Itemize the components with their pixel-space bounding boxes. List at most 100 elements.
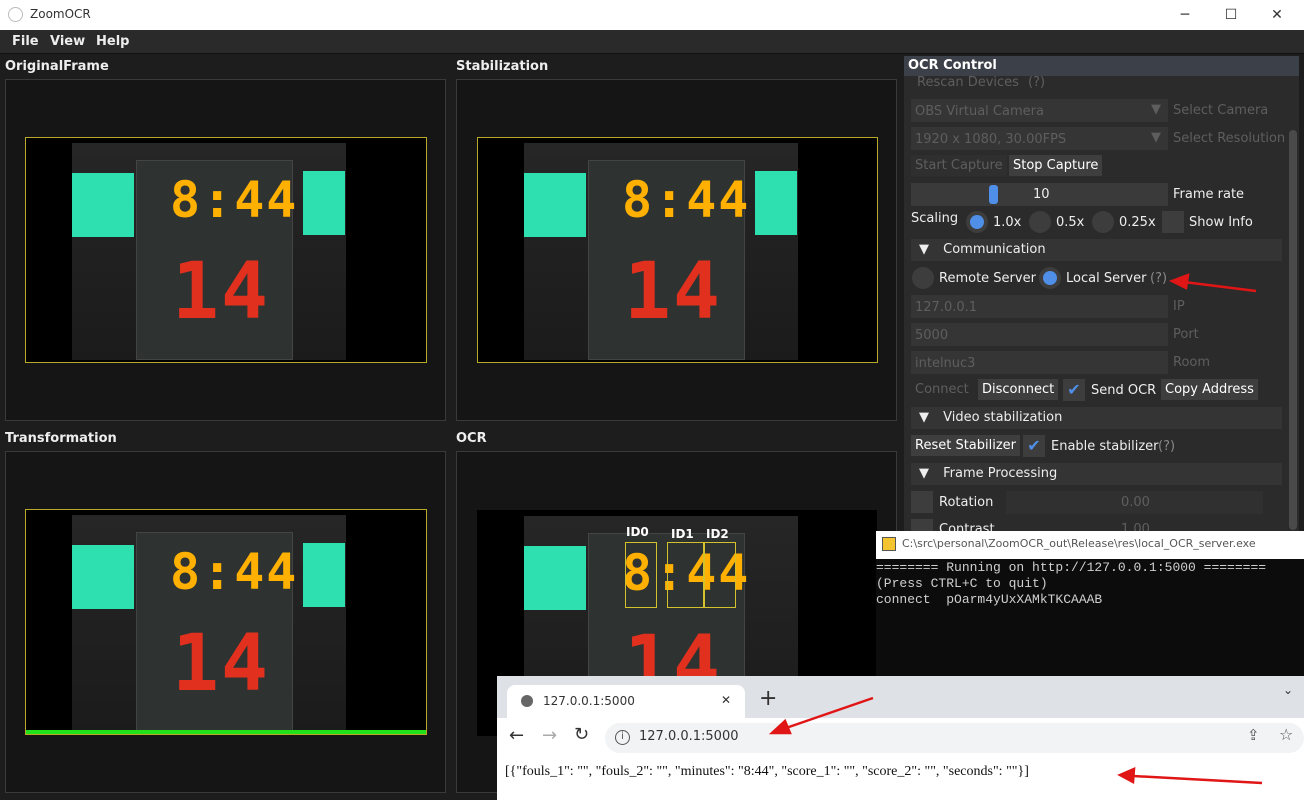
clock-time-digits: 8:44 bbox=[622, 171, 751, 229]
app-icon bbox=[8, 7, 23, 22]
video-stabilization-section-header[interactable]: ▼ Video stabilization bbox=[911, 407, 1282, 429]
stabilization-viewport: 8:44 14 bbox=[456, 79, 897, 421]
console-line: connect pOarm4yUxXAMkTKCAAAB bbox=[876, 592, 1103, 607]
maximize-button[interactable]: ☐ bbox=[1208, 0, 1254, 30]
frame-processing-section-header[interactable]: ▼ Frame Processing bbox=[911, 463, 1282, 485]
reload-icon[interactable]: ↻ bbox=[574, 724, 589, 745]
rescan-devices-button[interactable]: Rescan Devices bbox=[917, 75, 1019, 90]
forward-arrow-icon[interactable]: → bbox=[542, 725, 557, 746]
info-icon[interactable]: i bbox=[615, 730, 630, 745]
enable-stabilizer-checkbox[interactable]: ✔ bbox=[1023, 435, 1045, 457]
transformation-image: 8:44 14 bbox=[25, 509, 427, 735]
teal-panel-left bbox=[524, 546, 586, 610]
disconnect-button[interactable]: Disconnect bbox=[978, 379, 1059, 400]
console-line: ======== Running on http://127.0.0.1:500… bbox=[876, 560, 1267, 575]
frame-processing-title: Frame Processing bbox=[943, 466, 1058, 481]
clock-number-digits: 14 bbox=[172, 619, 270, 709]
ocr-box-id2 bbox=[704, 542, 736, 608]
share-icon[interactable]: ⇪ bbox=[1247, 726, 1260, 744]
teal-panel-right bbox=[755, 171, 797, 235]
copy-address-button[interactable]: Copy Address bbox=[1161, 379, 1258, 400]
communication-section-title: Communication bbox=[943, 242, 1046, 257]
frame-rate-slider[interactable]: 10 bbox=[911, 183, 1168, 206]
original-frame-viewport: 8:44 14 bbox=[5, 79, 446, 421]
camera-select-value: OBS Virtual Camera bbox=[915, 104, 1044, 119]
panel-title-transformation: Transformation bbox=[5, 431, 117, 446]
local-server-radio[interactable] bbox=[1039, 267, 1061, 289]
show-info-checkbox[interactable] bbox=[1162, 211, 1184, 233]
teal-panel-right bbox=[303, 171, 345, 235]
clock-number-digits: 14 bbox=[172, 247, 270, 337]
browser-window: 127.0.0.1:5000 ✕ + ⌄ ← → ↻ i 127.0.0.1:5… bbox=[497, 676, 1304, 800]
ip-input[interactable]: 127.0.0.1 bbox=[911, 295, 1168, 318]
tab-close-icon[interactable]: ✕ bbox=[721, 693, 731, 707]
teal-panel-left bbox=[72, 545, 134, 609]
control-scrollbar[interactable] bbox=[1288, 78, 1298, 531]
original-frame-image: 8:44 14 bbox=[25, 137, 427, 363]
resolution-select[interactable]: 1920 x 1080, 30.00FPS ▼ bbox=[911, 127, 1168, 150]
menu-view[interactable]: View bbox=[50, 34, 85, 49]
reset-stabilizer-button[interactable]: Reset Stabilizer bbox=[911, 435, 1021, 456]
slider-handle[interactable] bbox=[989, 185, 998, 204]
scaling-radio-025x[interactable] bbox=[1092, 211, 1114, 233]
connect-button[interactable]: Connect bbox=[911, 379, 973, 400]
shot-clock-board: 8:44 14 bbox=[136, 160, 296, 360]
scaling-radio-1x[interactable] bbox=[966, 211, 988, 233]
scaling-option-label: 0.5x bbox=[1056, 215, 1085, 230]
new-tab-button[interactable]: + bbox=[759, 686, 777, 711]
browser-tab[interactable]: 127.0.0.1:5000 ✕ bbox=[507, 685, 745, 718]
enable-stabilizer-label: Enable stabilizer bbox=[1051, 439, 1159, 454]
server-console-window: C:\src\personal\ZoomOCR_out\Release\res\… bbox=[876, 531, 1304, 681]
collapse-triangle-icon: ▼ bbox=[919, 466, 929, 481]
console-line: (Press CTRL+C to quit) bbox=[876, 576, 1048, 591]
panel-title-stabilization: Stabilization bbox=[456, 59, 549, 74]
star-icon[interactable]: ☆ bbox=[1279, 725, 1293, 744]
browser-tabstrip: 127.0.0.1:5000 ✕ + ⌄ bbox=[497, 676, 1304, 718]
scaling-label: Scaling bbox=[911, 211, 959, 226]
video-stabilization-title: Video stabilization bbox=[943, 410, 1063, 425]
send-ocr-label: Send OCR bbox=[1091, 383, 1157, 398]
resolution-select-value: 1920 x 1080, 30.00FPS bbox=[915, 132, 1067, 147]
rescan-help-icon[interactable]: (?) bbox=[1028, 75, 1045, 90]
ip-label: IP bbox=[1173, 299, 1185, 314]
close-button[interactable]: ✕ bbox=[1254, 0, 1300, 30]
scrollbar-thumb[interactable] bbox=[1289, 130, 1297, 530]
show-info-label: Show Info bbox=[1189, 215, 1253, 230]
send-ocr-checkbox[interactable]: ✔ bbox=[1063, 379, 1085, 401]
minimize-button[interactable]: ─ bbox=[1162, 0, 1208, 30]
stabilizer-help-icon[interactable]: (?) bbox=[1158, 439, 1175, 454]
port-label: Port bbox=[1173, 327, 1199, 342]
room-input[interactable]: intelnuc3 bbox=[911, 351, 1168, 374]
chevron-down-icon[interactable]: ⌄ bbox=[1283, 683, 1293, 697]
scaling-radio-05x[interactable] bbox=[1029, 211, 1051, 233]
rotation-slider[interactable]: 0.00 bbox=[1006, 491, 1263, 514]
teal-panel-left bbox=[524, 173, 586, 237]
camera-select[interactable]: OBS Virtual Camera ▼ bbox=[911, 99, 1168, 122]
rotation-label: Rotation bbox=[939, 495, 994, 510]
ocr-box-id1 bbox=[667, 542, 704, 608]
server-help-icon[interactable]: (?) bbox=[1150, 271, 1167, 286]
shot-clock-board: 8:44 14 bbox=[136, 532, 296, 732]
camera-select-label: Select Camera bbox=[1173, 103, 1269, 118]
back-arrow-icon[interactable]: ← bbox=[509, 725, 524, 746]
console-title: C:\src\personal\ZoomOCR_out\Release\res\… bbox=[902, 537, 1256, 550]
rotation-checkbox[interactable] bbox=[911, 491, 933, 513]
start-capture-button[interactable]: Start Capture bbox=[911, 155, 1007, 176]
stabilization-image: 8:44 14 bbox=[477, 137, 878, 363]
port-input[interactable]: 5000 bbox=[911, 323, 1168, 346]
contrast-checkbox[interactable] bbox=[911, 519, 933, 531]
remote-server-radio[interactable] bbox=[912, 267, 934, 289]
menu-help[interactable]: Help bbox=[96, 34, 129, 49]
browser-tab-title: 127.0.0.1:5000 bbox=[543, 694, 635, 708]
window-title: ZoomOCR bbox=[30, 7, 91, 21]
stop-capture-button[interactable]: Stop Capture bbox=[1009, 155, 1103, 176]
communication-section-header[interactable]: ▼ Communication bbox=[911, 239, 1282, 261]
globe-icon bbox=[521, 695, 533, 707]
address-bar[interactable]: i 127.0.0.1:5000 bbox=[605, 723, 1304, 753]
chevron-down-icon: ▼ bbox=[1151, 130, 1161, 145]
clock-time-digits: 8:44 bbox=[170, 171, 299, 229]
shot-clock-board: 8:44 14 bbox=[588, 160, 748, 360]
resolution-select-label: Select Resolution bbox=[1173, 131, 1286, 146]
transformation-viewport: 8:44 14 bbox=[5, 451, 446, 793]
menu-file[interactable]: File bbox=[12, 34, 39, 49]
